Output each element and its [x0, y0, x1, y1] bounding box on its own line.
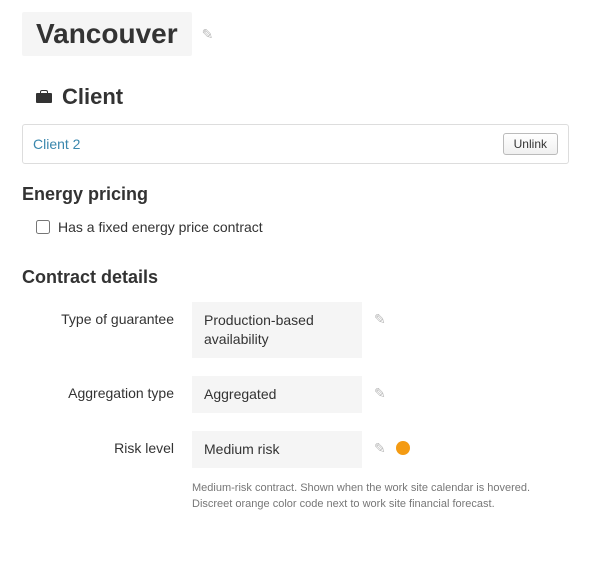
aggregation-value: Aggregated: [192, 376, 362, 413]
briefcase-icon: [36, 90, 52, 104]
fixed-price-checkbox[interactable]: [36, 220, 50, 234]
risk-label: Risk level: [22, 431, 192, 456]
client-heading: Client: [62, 84, 123, 110]
aggregation-actions: ✎: [362, 376, 386, 402]
fixed-price-row: Has a fixed energy price contract: [22, 219, 569, 235]
risk-color-dot: [396, 441, 410, 455]
aggregation-label: Aggregation type: [22, 376, 192, 401]
client-section-header: Client: [22, 84, 569, 110]
aggregation-row: Aggregation type Aggregated ✎: [22, 376, 569, 413]
guarantee-value: Production-based availability: [192, 302, 362, 358]
page-title-chip: Vancouver: [22, 12, 192, 56]
guarantee-label: Type of guarantee: [22, 302, 192, 327]
client-link[interactable]: Client 2: [33, 136, 80, 152]
title-row: Vancouver ✎: [22, 12, 569, 56]
fixed-price-label[interactable]: Has a fixed energy price contract: [58, 219, 263, 235]
guarantee-actions: ✎: [362, 302, 386, 328]
client-box: Client 2 Unlink: [22, 124, 569, 164]
risk-actions: ✎: [362, 431, 410, 457]
contract-details-heading: Contract details: [22, 267, 569, 288]
unlink-button[interactable]: Unlink: [503, 133, 558, 155]
guarantee-row: Type of guarantee Production-based avail…: [22, 302, 569, 358]
edit-title-icon[interactable]: ✎: [202, 26, 214, 43]
risk-help-text: Medium-risk contract. Shown when the wor…: [192, 480, 562, 513]
risk-row: Risk level Medium risk ✎: [22, 431, 569, 468]
risk-value: Medium risk: [192, 431, 362, 468]
edit-aggregation-icon[interactable]: ✎: [374, 385, 386, 402]
edit-guarantee-icon[interactable]: ✎: [374, 311, 386, 328]
edit-risk-icon[interactable]: ✎: [374, 440, 386, 457]
energy-pricing-heading: Energy pricing: [22, 184, 569, 205]
page-title: Vancouver: [36, 18, 178, 49]
